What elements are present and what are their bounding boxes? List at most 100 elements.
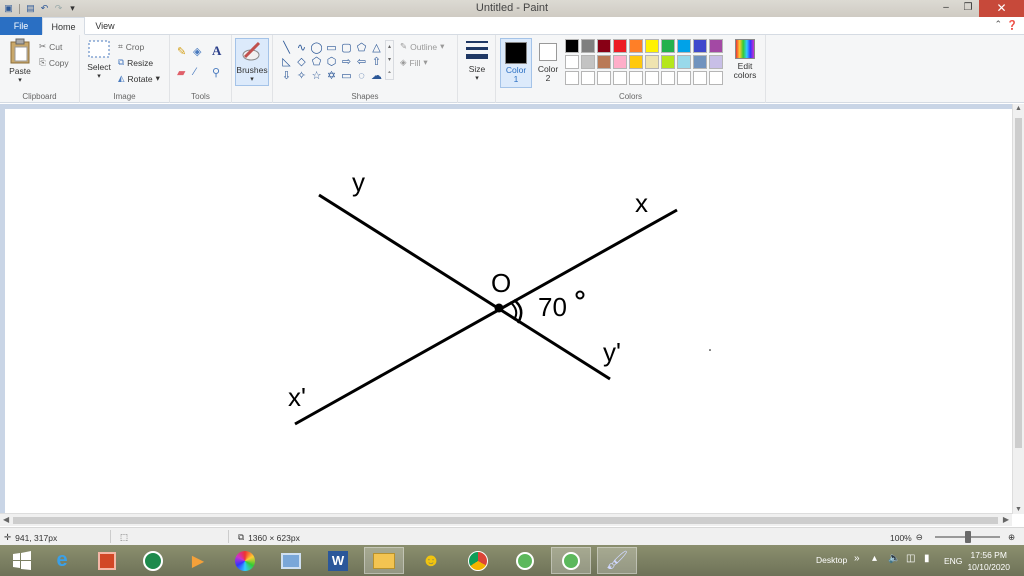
show-hidden-icons-icon[interactable]: ▴ <box>872 553 877 564</box>
clock[interactable]: 17:56 PM 10/10/2020 <box>967 549 1010 573</box>
left-arrow-shape-icon[interactable]: ⇦ <box>354 55 369 69</box>
triangle-shape-icon[interactable]: △ <box>369 41 384 55</box>
zoom-level-text: 100% <box>890 532 912 543</box>
app-green-icon[interactable] <box>133 547 173 574</box>
character-app-icon[interactable]: ☻ <box>411 547 451 574</box>
paste-icon <box>10 38 30 64</box>
oval-callout-shape-icon[interactable]: ◌ <box>354 69 369 83</box>
horizontal-scrollbar[interactable]: ◀ ▶ <box>0 513 1012 526</box>
up-arrow-shape-icon[interactable]: ⇧ <box>369 55 384 69</box>
paste-button[interactable]: Paste ▾ <box>6 38 34 84</box>
brushes-button[interactable]: Brushes ▾ <box>235 38 269 86</box>
redo-icon[interactable]: ↷ <box>53 3 64 14</box>
tab-file[interactable]: File <box>0 17 42 35</box>
save-icon[interactable]: ▤ <box>25 3 36 14</box>
paste-dropdown-icon[interactable]: ▾ <box>6 76 34 84</box>
zoom-out-icon[interactable]: ⊖ <box>916 532 923 543</box>
network-icon[interactable]: ◫ <box>906 553 915 564</box>
paint-taskbar-icon[interactable]: 🖌 <box>597 547 637 574</box>
close-button[interactable]: ✕ <box>979 0 1024 17</box>
scroll-up-icon[interactable]: ▲ <box>1013 105 1024 112</box>
oval-shape-icon[interactable]: ◯ <box>309 41 324 55</box>
select-button[interactable]: Select ▾ <box>84 38 114 80</box>
diamond-shape-icon[interactable]: ◇ <box>294 55 309 69</box>
undo-icon[interactable]: ↶ <box>39 3 50 14</box>
right-arrow-shape-icon[interactable]: ⇨ <box>339 55 354 69</box>
rect-callout-shape-icon[interactable]: ▭ <box>339 69 354 83</box>
zoom-slider[interactable] <box>935 531 1000 543</box>
chrome-icon[interactable] <box>458 547 498 574</box>
horizontal-scroll-thumb[interactable] <box>13 517 998 524</box>
desktop-toolbar-chevron-icon[interactable]: » <box>854 553 860 564</box>
word-icon[interactable]: W <box>318 547 358 574</box>
line-y-yprime <box>318 193 611 381</box>
powerpoint-icon[interactable] <box>87 547 127 574</box>
crop-button[interactable]: ⌗ Crop <box>118 41 144 52</box>
rotate-button[interactable]: ◭ Rotate ▾ <box>118 73 160 84</box>
fill-bucket-icon[interactable]: ◈ <box>193 45 201 58</box>
color-picker-icon[interactable]: ⁄ <box>194 66 196 78</box>
ribbon: Paste ▾ ✂ Cut ⎘ Copy Clipboard Select ▾ … <box>0 35 1024 103</box>
six-point-star-shape-icon[interactable]: ✡ <box>324 69 339 83</box>
curve-shape-icon[interactable]: ∿ <box>294 41 309 55</box>
copy-button[interactable]: ⎘ Copy <box>39 57 69 68</box>
text-tool-icon[interactable]: A <box>212 43 221 59</box>
desktop-toolbar-label[interactable]: Desktop <box>816 555 847 565</box>
scroll-down-icon[interactable]: ▼ <box>1013 506 1024 513</box>
scroll-right-icon[interactable]: ▶ <box>1003 515 1009 524</box>
start-button[interactable] <box>2 547 42 574</box>
scroll-left-icon[interactable]: ◀ <box>3 515 9 524</box>
language-indicator[interactable]: ENG <box>944 556 962 566</box>
help-icon[interactable]: ❓ <box>1007 20 1018 31</box>
remote-desktop-icon[interactable] <box>271 547 311 574</box>
vertical-scrollbar[interactable]: ▲ ▼ <box>1012 104 1024 514</box>
minimize-button[interactable]: – <box>935 0 957 17</box>
outline-button[interactable]: ✎ Outline ▾ <box>400 41 444 52</box>
pencil-icon[interactable]: ✎ <box>177 45 186 58</box>
fill-button[interactable]: ◈ Fill ▾ <box>400 57 428 68</box>
restore-button[interactable]: ❐ <box>957 0 979 17</box>
minimize-ribbon-icon[interactable]: ⌃ <box>994 19 1002 30</box>
resize-button[interactable]: ⧉ Resize <box>118 57 153 68</box>
shapes-gallery-scroll[interactable]: ▴ ▾ ⩡ <box>385 40 394 80</box>
scissors-icon: ✂ <box>39 41 47 51</box>
size-button[interactable]: Size ▾ <box>463 38 491 82</box>
pentagon-shape-icon[interactable]: ⬠ <box>309 55 324 69</box>
polygon-shape-icon[interactable]: ⬠ <box>354 41 369 55</box>
label-angle: 70 <box>538 292 567 322</box>
hexagon-shape-icon[interactable]: ⬡ <box>324 55 339 69</box>
vertical-scroll-thumb[interactable] <box>1015 118 1022 448</box>
zoom-in-button[interactable]: ⊕ <box>1008 532 1015 543</box>
drawing-canvas[interactable]: y x O 70 y' x' <box>5 109 1012 513</box>
label-y: y <box>352 167 365 197</box>
volume-icon[interactable]: 🔈 <box>888 553 900 564</box>
green-app-active-icon[interactable] <box>551 547 591 574</box>
tab-view[interactable]: View <box>88 17 122 35</box>
five-point-star-shape-icon[interactable]: ☆ <box>309 69 324 83</box>
line-shape-icon[interactable]: ╲ <box>279 41 294 55</box>
drawing-svg: y x O 70 y' x' <box>288 167 711 426</box>
eraser-icon[interactable]: ▰ <box>177 66 185 79</box>
cloud-callout-shape-icon[interactable]: ☁ <box>369 69 384 83</box>
file-explorer-icon[interactable] <box>364 547 404 574</box>
rounded-rectangle-shape-icon[interactable]: ▢ <box>339 41 354 55</box>
customize-qat-icon[interactable]: ▾ <box>67 3 78 14</box>
battery-icon[interactable]: ▮ <box>924 553 930 564</box>
magnifier-icon[interactable]: ⚲ <box>212 66 220 79</box>
tab-home[interactable]: Home <box>42 17 85 35</box>
label-xprime: x' <box>288 382 306 412</box>
internet-explorer-icon[interactable]: e <box>42 547 82 574</box>
green-app-icon[interactable] <box>505 547 545 574</box>
color-app-icon[interactable] <box>225 547 265 574</box>
zoom-slider-knob[interactable] <box>965 531 971 543</box>
paint-app-icon[interactable]: ▣ <box>3 3 14 14</box>
cut-button[interactable]: ✂ Cut <box>39 41 62 52</box>
down-arrow-shape-icon[interactable]: ⇩ <box>279 69 294 83</box>
fill-icon: ◈ <box>400 57 407 67</box>
media-player-icon[interactable]: ▶ <box>178 547 218 574</box>
rectangle-shape-icon[interactable]: ▭ <box>324 41 339 55</box>
four-point-star-shape-icon[interactable]: ✧ <box>294 69 309 83</box>
clipboard-group-label: Clipboard <box>22 92 57 101</box>
select-dropdown-icon[interactable]: ▾ <box>84 72 114 80</box>
right-triangle-shape-icon[interactable]: ◺ <box>279 55 294 69</box>
